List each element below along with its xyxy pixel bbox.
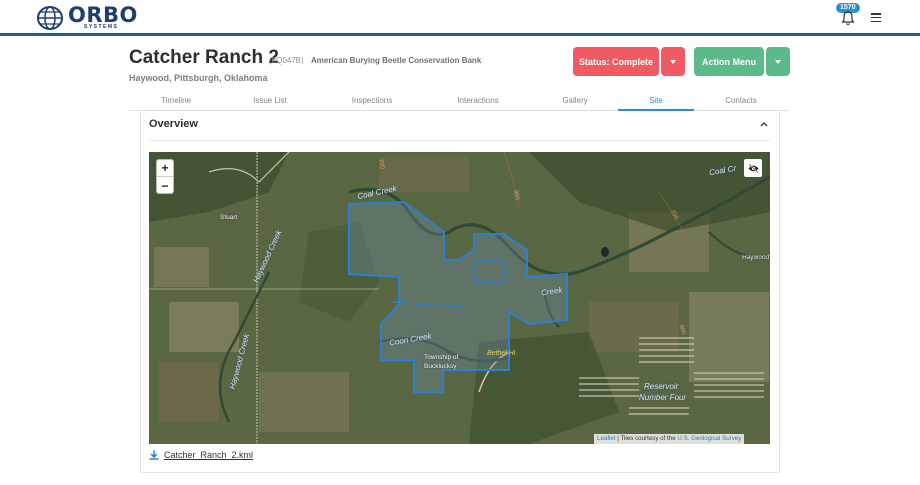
download-icon — [149, 450, 159, 460]
zoom-out-button[interactable]: − — [157, 177, 173, 194]
page-title: Catcher Ranch 2 — [129, 47, 279, 68]
card-divider — [149, 140, 770, 141]
caret-down-icon — [670, 59, 676, 64]
hamburger-menu-icon[interactable] — [871, 13, 881, 23]
tab-contacts[interactable]: Contacts — [694, 96, 788, 105]
logo-text: ORBO — [68, 3, 138, 27]
map-label-bethel-hill: Bethel Hi — [487, 350, 516, 357]
toggle-layer-button[interactable] — [744, 159, 762, 177]
map-town-haywood: Haywood — [742, 254, 770, 261]
tab-interactions[interactable]: Interactions — [431, 96, 525, 105]
map-label-number-four: Number Four — [639, 393, 687, 402]
map-attribution: Leaflet | Tiles courtesy of the U.S. Geo… — [594, 434, 745, 444]
map-town-bucklucksy: Bucklucksy — [424, 363, 457, 370]
orbo-logo[interactable]: ORBO SYSTEMS — [36, 5, 137, 31]
eye-slash-icon — [748, 163, 758, 173]
zoom-in-button[interactable]: + — [157, 160, 173, 177]
overview-title: Overview — [149, 118, 198, 130]
attribution-text: | Tiles courtesy of the — [615, 435, 678, 442]
tab-site[interactable]: Site — [609, 96, 703, 105]
action-menu-button[interactable]: Action Menu — [694, 47, 764, 76]
bell-icon[interactable] — [841, 10, 855, 26]
tab-issue-list[interactable]: Issue List — [223, 96, 317, 105]
logo-subtext: SYSTEMS — [84, 24, 119, 30]
tab-bar: Timeline Issue List Inspections Interact… — [129, 92, 789, 111]
site-map[interactable]: Coal Creek Coal Cr Creek Haywood Creek H… — [149, 152, 770, 444]
project-code: (8Q047B) — [269, 56, 304, 65]
caret-down-icon — [775, 59, 781, 64]
map-town-township: Township of — [424, 354, 459, 361]
map-town-stuart: Stuart — [220, 214, 238, 221]
status-button[interactable]: Status: Complete — [573, 47, 659, 76]
tab-gallery[interactable]: Gallery — [528, 96, 622, 105]
kml-download-link[interactable]: Catcher_Ranch_2.kml — [149, 450, 253, 460]
project-location: Haywood, Pittsburgh, Oklahoma — [129, 73, 268, 83]
action-dropdown-button[interactable] — [766, 47, 790, 76]
map-label-reservoir: Reservoir — [644, 382, 679, 391]
bank-name: American Burying Beetle Conservation Ban… — [311, 56, 482, 65]
tab-timeline[interactable]: Timeline — [129, 96, 223, 105]
top-bar — [0, 0, 920, 36]
leaflet-link[interactable]: Leaflet — [597, 435, 616, 442]
status-dropdown-button[interactable] — [661, 47, 685, 76]
usgs-link[interactable]: U.S. Geological Survey — [677, 435, 741, 442]
chevron-up-icon[interactable] — [760, 121, 768, 127]
kml-file-name: Catcher_Ranch_2.kml — [164, 450, 254, 460]
globe-logo-icon — [37, 6, 63, 30]
map-zoom-control: + − — [156, 159, 174, 194]
tab-inspections[interactable]: Inspections — [325, 96, 419, 105]
